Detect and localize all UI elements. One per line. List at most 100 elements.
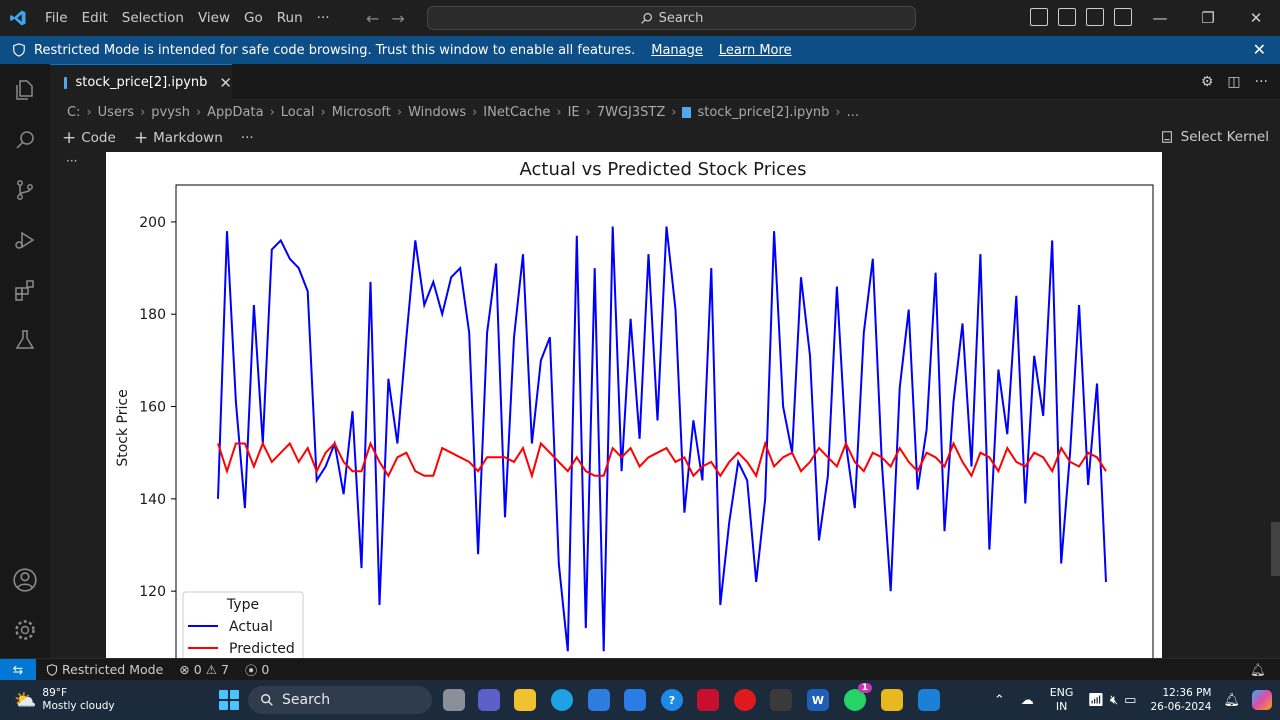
close-tab-icon[interactable]: ✕ <box>219 74 232 92</box>
series-lines <box>217 226 1107 652</box>
restore-button[interactable]: ❐ <box>1184 0 1232 36</box>
restricted-mode-status[interactable]: Restricted Mode <box>46 662 163 677</box>
clock-date: 26-06-2024 <box>1150 701 1212 713</box>
menu-more[interactable]: ··· <box>310 0 337 36</box>
edge-browser-icon[interactable] <box>551 689 573 711</box>
explorer-icon[interactable] <box>9 74 41 106</box>
search-view-icon[interactable] <box>9 124 41 156</box>
language-code: ENG <box>1049 686 1074 699</box>
legend: Type Actual Predicted <box>182 591 304 658</box>
notebook-cell-area: ··· Actual vs Predicted Stock Prices Sto… <box>50 152 1280 658</box>
breadcrumb-item[interactable]: stock_price[2].ipynb <box>697 105 829 120</box>
breadcrumb-item[interactable]: ... <box>847 105 859 120</box>
menu-edit[interactable]: Edit <box>75 0 115 36</box>
breadcrumb-item[interactable]: IE <box>568 105 580 120</box>
microsoft-store-icon[interactable] <box>588 689 610 711</box>
toggle-secondary-sidebar-icon[interactable] <box>1086 8 1104 26</box>
split-editor-icon[interactable]: ◫ <box>1227 74 1240 90</box>
testing-flask-icon[interactable] <box>9 324 41 356</box>
select-kernel-button[interactable]: Select Kernel <box>1160 129 1269 145</box>
notepad-icon[interactable] <box>881 689 903 711</box>
plus-icon: + <box>133 128 149 148</box>
tab-label: stock_price[2].ipynb <box>75 75 208 90</box>
more-actions-icon[interactable]: ··· <box>1255 74 1268 90</box>
settings-gear-icon[interactable]: ⚙ <box>1201 74 1214 90</box>
menu-run[interactable]: Run <box>270 0 310 36</box>
weather-widget[interactable]: ⛅ 89°F Mostly cloudy <box>14 687 115 713</box>
close-banner-icon[interactable]: ✕ <box>1253 40 1266 59</box>
copilot-icon[interactable] <box>1252 690 1272 710</box>
breadcrumb-item[interactable]: Local <box>281 105 315 120</box>
mcafee-shield-icon[interactable] <box>697 689 719 711</box>
terminal-icon[interactable] <box>770 689 792 711</box>
breadcrumb: C: › Users › pvysh › AppData › Local › Micros… <box>50 100 1280 124</box>
layout-controls <box>1030 8 1132 26</box>
clock[interactable]: 12:36 PM 26-06-2024 <box>1150 686 1211 714</box>
vscode-taskbar-icon[interactable] <box>918 689 940 711</box>
language-indicator[interactable]: ENG IN <box>1050 686 1074 714</box>
kernel-icon <box>1161 131 1172 143</box>
teams-chat-icon[interactable] <box>478 689 500 711</box>
cell-output-more-icon[interactable]: ··· <box>66 154 77 168</box>
manage-link[interactable]: Manage <box>651 43 703 58</box>
opera-browser-icon[interactable] <box>734 689 756 711</box>
get-help-icon[interactable]: ? <box>661 689 683 711</box>
vertical-scrollbar[interactable] <box>1271 522 1280 576</box>
breadcrumb-item[interactable]: pvysh <box>151 105 190 120</box>
windows-start-icon[interactable] <box>219 690 239 710</box>
notebook-file-icon <box>64 76 68 89</box>
menu-go[interactable]: Go <box>237 0 270 36</box>
show-hidden-icons-chevron-icon[interactable]: ⌃ <box>994 693 1005 708</box>
notifications-bell-icon[interactable]: 🔔︎ <box>1250 662 1266 678</box>
minimize-button[interactable]: — <box>1136 0 1184 36</box>
toolbar-more-button[interactable]: ··· <box>241 130 254 146</box>
breadcrumb-item[interactable]: INetCache <box>483 105 550 120</box>
file-explorer-icon[interactable] <box>514 689 536 711</box>
customize-layout-icon[interactable] <box>1114 8 1132 26</box>
learn-more-link[interactable]: Learn More <box>719 43 792 58</box>
breadcrumb-item[interactable]: 7WGJ3STZ <box>597 105 665 120</box>
run-debug-icon[interactable] <box>9 224 41 256</box>
forward-arrow-icon[interactable]: → <box>391 9 404 28</box>
volume-icon[interactable]: 🔇︎ <box>1110 693 1118 708</box>
battery-icon[interactable]: ▭ <box>1124 693 1136 708</box>
command-search[interactable]: Search <box>427 6 916 30</box>
tab-stock-price-notebook[interactable]: stock_price[2].ipynb ✕ <box>50 64 232 100</box>
menu-file[interactable]: File <box>38 0 75 36</box>
menu-view[interactable]: View <box>191 0 237 36</box>
toggle-primary-sidebar-icon[interactable] <box>1030 8 1048 26</box>
ports-status[interactable]: ⦿ 0 <box>245 660 269 679</box>
breadcrumb-item[interactable]: C: <box>67 105 80 120</box>
windows-taskbar: ⛅ 89°F Mostly cloudy Search ? W 1 ⌃ ☁ EN… <box>0 680 1280 720</box>
mcafee-webadvisor-icon[interactable] <box>624 689 646 711</box>
task-view-icon[interactable] <box>443 689 465 711</box>
onedrive-cloud-icon[interactable]: ☁ <box>1021 693 1034 708</box>
search-icon <box>640 12 652 24</box>
problems-status[interactable]: ⊗ 0 ⚠ 7 <box>179 662 229 677</box>
toggle-panel-icon[interactable] <box>1058 8 1076 26</box>
menu-selection[interactable]: Selection <box>115 0 191 36</box>
legend-title: Type <box>226 597 259 613</box>
notification-bell-icon[interactable]: 🔔︎ <box>1223 693 1240 708</box>
breadcrumb-item[interactable]: Windows <box>408 105 466 120</box>
breadcrumb-item[interactable]: Microsoft <box>332 105 391 120</box>
taskbar-search[interactable]: Search <box>248 686 432 714</box>
back-arrow-icon[interactable]: ← <box>366 9 379 28</box>
account-icon[interactable] <box>9 564 41 596</box>
breadcrumb-item[interactable]: AppData <box>207 105 263 120</box>
close-window-button[interactable]: ✕ <box>1232 0 1280 36</box>
error-count: 0 <box>193 662 202 677</box>
y-axis-label: Stock Price <box>115 389 131 466</box>
wifi-icon[interactable]: 📶︎ <box>1087 693 1104 708</box>
notebook-file-icon <box>682 106 692 118</box>
add-markdown-cell-button[interactable]: + Markdown <box>134 128 223 148</box>
word-icon[interactable]: W <box>807 689 829 711</box>
breadcrumb-item[interactable]: Users <box>98 105 134 120</box>
add-code-cell-button[interactable]: + Code <box>62 128 116 148</box>
source-control-icon[interactable] <box>9 174 41 206</box>
manage-gear-icon[interactable] <box>9 614 41 646</box>
whatsapp-icon[interactable]: 1 <box>844 683 872 711</box>
extensions-icon[interactable] <box>9 274 41 306</box>
remote-indicator-icon[interactable]: ⇆ <box>0 658 36 681</box>
code-label: Code <box>81 130 116 146</box>
